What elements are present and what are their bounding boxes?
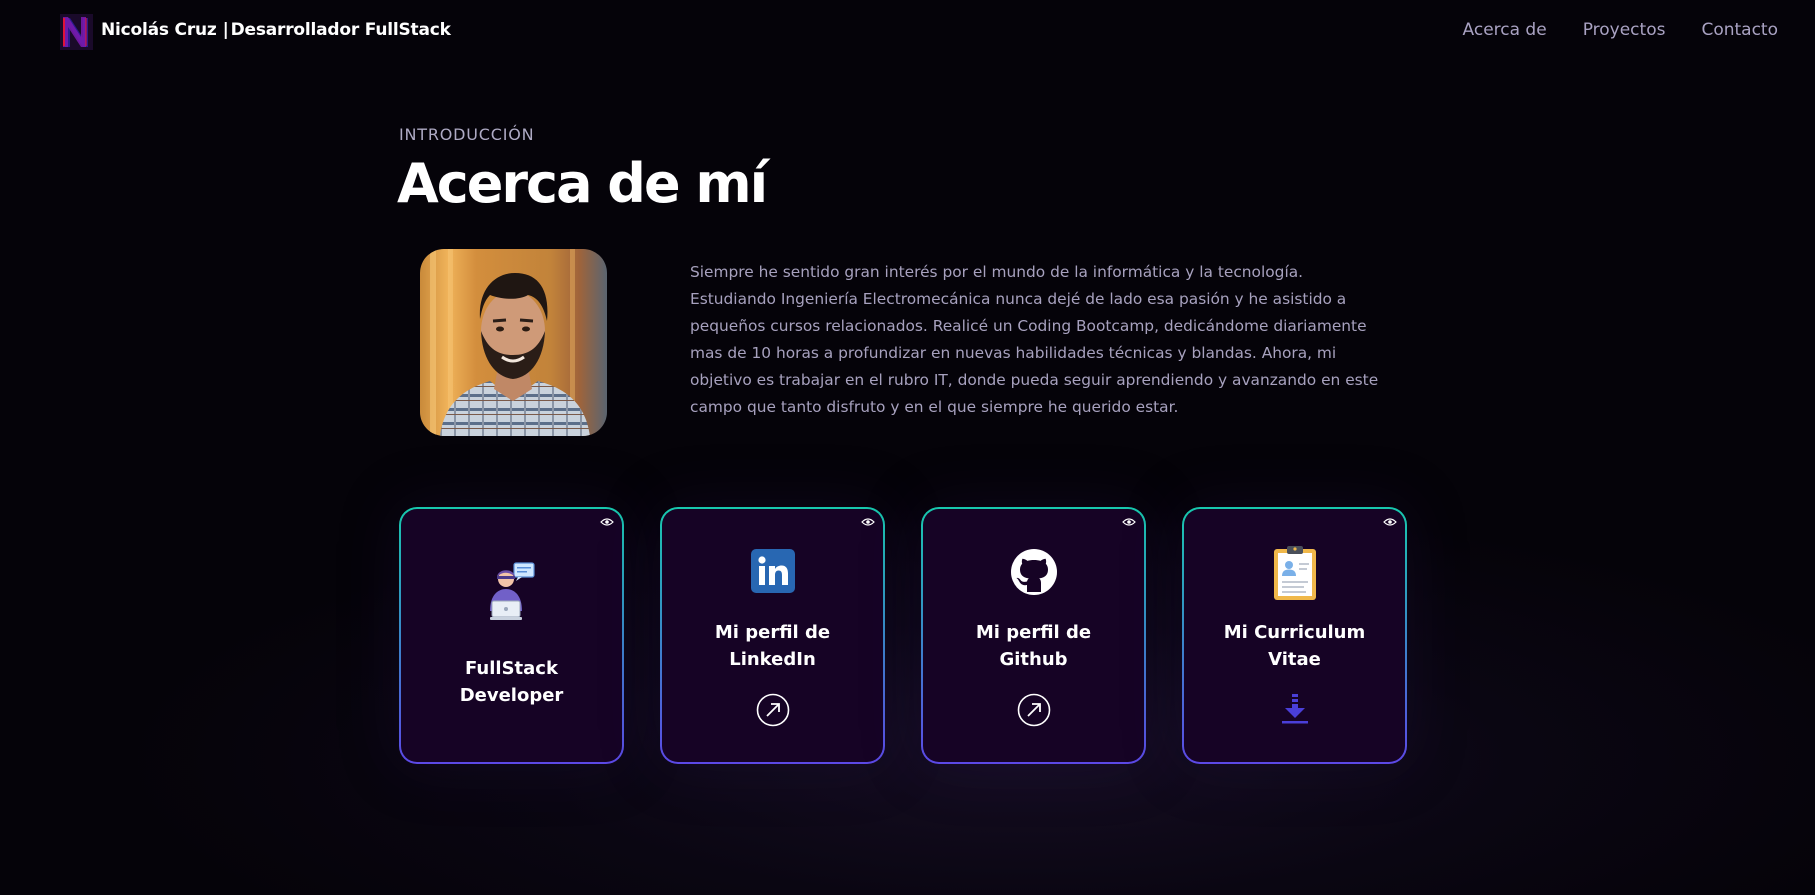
eye-icon[interactable]	[600, 517, 614, 527]
github-icon	[1010, 549, 1057, 595]
navbar: Nicolás Cruz | Desarrollador FullStack Ace…	[0, 0, 1815, 66]
eye-icon[interactable]	[861, 517, 875, 527]
card-title-line1: Mi perfil de	[975, 622, 1092, 643]
nav-link-about[interactable]: Acerca de	[1463, 20, 1547, 40]
brand-separator: |	[222, 20, 229, 40]
card-title-line1: FullStack	[465, 658, 558, 679]
card-title-line1: Mi Curriculum	[1223, 622, 1366, 643]
nav-links: Acerca de Proyectos Contacto	[1463, 20, 1778, 40]
bio-text: Siempre he sentido gran interés por el m…	[690, 263, 1379, 416]
developer-illustration-icon	[489, 562, 535, 620]
cards-row: FullStack Developer Mi perfil de LinkedI…	[399, 507, 1407, 764]
brand-name: Nicolás Cruz	[101, 20, 217, 40]
card-body: Mi perfil de LinkedIn	[662, 509, 883, 762]
brand-title[interactable]: Nicolás Cruz | Desarrollador FullStack	[101, 20, 451, 40]
card-title: Mi Curriculum Vitae	[1184, 619, 1405, 673]
eye-icon[interactable]	[1383, 517, 1397, 527]
card-title: Mi perfil de Github	[923, 619, 1144, 673]
card-title-line1: Mi perfil de	[714, 622, 831, 643]
external-link-icon[interactable]	[1017, 693, 1051, 727]
nav-link-contact[interactable]: Contacto	[1701, 20, 1778, 40]
external-link-icon[interactable]	[756, 693, 790, 727]
card-body: Mi perfil de Github	[923, 509, 1144, 762]
n-logo-icon[interactable]	[60, 14, 93, 50]
clipboard-cv-icon	[1273, 546, 1316, 600]
page-title: Acerca de mí	[397, 152, 768, 215]
profile-photo	[420, 249, 607, 436]
card-title-line2: LinkedIn	[729, 649, 816, 670]
card-title: FullStack Developer	[401, 655, 622, 709]
section-eyebrow: INTRODUCCIÓN	[399, 125, 535, 144]
card-github-profile[interactable]: Mi perfil de Github	[921, 507, 1146, 764]
eye-icon[interactable]	[1122, 517, 1136, 527]
card-title-line2: Vitae	[1268, 649, 1321, 670]
portfolio-page: Nicolás Cruz | Desarrollador FullStack Ace…	[0, 0, 1815, 895]
card-linkedin-profile[interactable]: Mi perfil de LinkedIn	[660, 507, 885, 764]
card-title: Mi perfil de LinkedIn	[662, 619, 883, 673]
card-title-line2: Developer	[459, 685, 564, 706]
card-title-line2: Github	[999, 649, 1068, 670]
linkedin-icon	[750, 549, 795, 593]
card-body: Mi Curriculum Vitae	[1184, 509, 1405, 762]
brand-role: Desarrollador FullStack	[230, 20, 451, 40]
nav-link-projects[interactable]: Proyectos	[1583, 20, 1666, 40]
download-icon[interactable]	[1280, 693, 1310, 725]
card-fullstack-developer[interactable]: FullStack Developer	[399, 507, 624, 764]
card-curriculum-vitae[interactable]: Mi Curriculum Vitae	[1182, 507, 1407, 764]
card-body: FullStack Developer	[401, 509, 622, 762]
